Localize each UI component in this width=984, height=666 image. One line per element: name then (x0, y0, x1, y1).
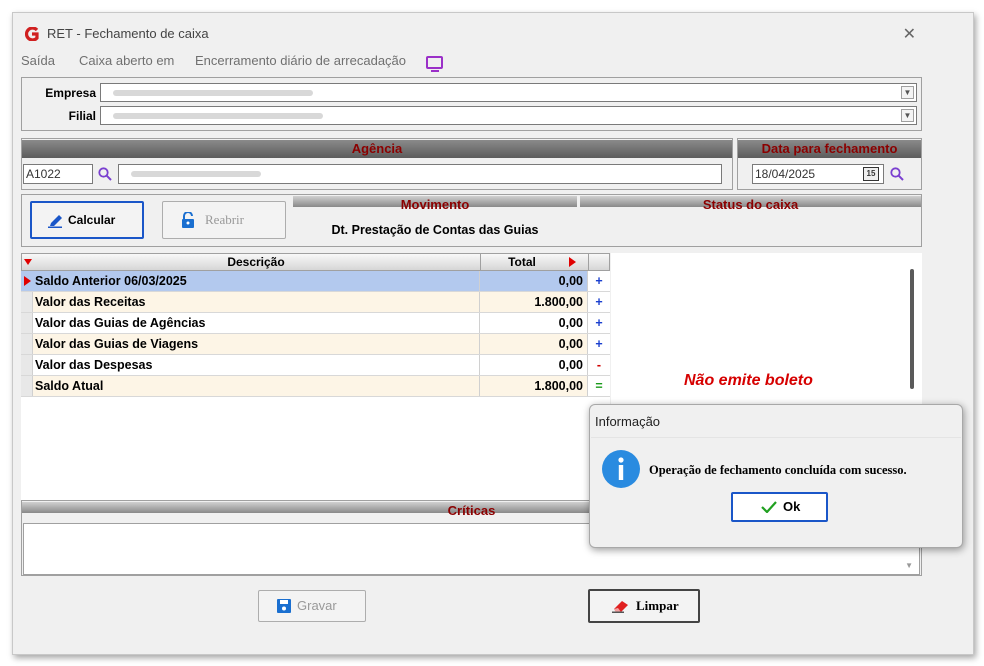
check-icon (761, 501, 777, 513)
filial-select[interactable]: ▼ (100, 106, 917, 125)
title-bar: RET - Fechamento de caixa ✕ (13, 13, 973, 47)
agencia-name-input[interactable] (118, 164, 722, 184)
row-sign: + (587, 313, 610, 333)
sort-down-icon[interactable] (24, 259, 32, 265)
unlock-icon (182, 212, 194, 228)
gravar-label: Gravar (297, 598, 337, 613)
dialog-message: Operação de fechamento concluída com suc… (649, 463, 907, 477)
app-logo-icon (25, 27, 39, 41)
row-indicator (21, 292, 33, 312)
arrow-right-icon[interactable] (569, 257, 576, 267)
row-total: 1.800,00 (479, 376, 587, 396)
row-indicator (21, 271, 33, 291)
table-row[interactable]: Valor das Guias de Viagens 0,00 + (21, 334, 610, 355)
movimento-value: Dt. Prestação de Contas das Guias (331, 223, 539, 237)
row-total: 0,00 (479, 271, 587, 291)
monitor-icon[interactable] (426, 56, 443, 72)
table-row[interactable]: Valor das Guias de Agências 0,00 + (21, 313, 610, 334)
empresa-value-redacted (113, 90, 313, 96)
row-total: 1.800,00 (479, 292, 587, 312)
row-indicator (21, 376, 33, 396)
row-description: Saldo Atual (35, 379, 104, 393)
date-input[interactable]: 18/04/2025 15 (752, 164, 884, 184)
summary-grid: Descrição Total Saldo Anterior 06/03/202… (21, 253, 610, 509)
agencia-code-input[interactable]: A1022 (23, 164, 93, 184)
empresa-filial-panel: Empresa ▼ Filial ▼ (21, 77, 922, 131)
col-divider (480, 253, 481, 271)
ok-button[interactable]: Ok (731, 492, 828, 522)
agencia-header: Agência (22, 140, 732, 158)
table-row[interactable]: Valor das Receitas 1.800,00 + (21, 292, 610, 313)
grid-header: Descrição Total (21, 253, 610, 271)
empresa-select[interactable]: ▼ (100, 83, 917, 102)
row-description: Valor das Guias de Agências (35, 316, 206, 330)
dialog-title: Informação (595, 414, 661, 429)
gravar-button[interactable]: Gravar (258, 590, 366, 622)
current-row-icon (24, 276, 31, 286)
row-sign: = (587, 376, 610, 396)
chevron-down-icon[interactable]: ▼ (905, 561, 913, 570)
data-fechamento-header: Data para fechamento (738, 140, 921, 158)
data-fechamento-panel: Data para fechamento 18/04/2025 15 (737, 138, 922, 190)
menu-caixa-aberto[interactable]: Caixa aberto em (79, 53, 174, 68)
row-indicator (21, 334, 33, 354)
col-descricao[interactable]: Descrição (36, 255, 476, 269)
main-window: RET - Fechamento de caixa ✕ Saída Caixa … (12, 12, 974, 655)
search-icon[interactable] (890, 167, 904, 181)
pencil-icon (48, 215, 62, 228)
limpar-label: Limpar (636, 598, 679, 613)
col-divider (588, 253, 589, 271)
reabrir-button[interactable]: Reabrir (162, 201, 286, 239)
info-dialog: Informação Operação de fechamento conclu… (589, 404, 963, 548)
filial-value-redacted (113, 113, 323, 119)
empresa-label: Empresa (45, 86, 96, 100)
filial-label: Filial (68, 109, 96, 123)
row-total: 0,00 (479, 334, 587, 354)
save-icon (277, 599, 291, 613)
date-value: 18/04/2025 (755, 167, 816, 181)
chevron-down-icon[interactable]: ▼ (901, 109, 914, 122)
annotation-label: Não emite boleto (684, 372, 813, 389)
row-indicator (21, 313, 33, 333)
info-icon (602, 450, 640, 488)
status-caixa-header: Status do caixa (580, 196, 921, 214)
row-description: Valor das Receitas (35, 295, 146, 309)
dialog-divider (591, 437, 961, 438)
action-panel: Calcular Reabrir Movimento Dt. Prestação… (21, 194, 922, 247)
reabrir-label: Reabrir (205, 212, 244, 227)
table-row[interactable]: Valor das Despesas 0,00 - (21, 355, 610, 376)
eraser-icon (612, 601, 628, 613)
row-total: 0,00 (479, 313, 587, 333)
row-sign: + (587, 271, 610, 291)
agencia-panel: Agência A1022 (21, 138, 733, 190)
ok-label: Ok (783, 499, 801, 514)
table-row[interactable]: Saldo Atual 1.800,00 = (21, 376, 610, 397)
limpar-button[interactable]: Limpar (588, 589, 700, 623)
row-description: Saldo Anterior 06/03/2025 (35, 274, 187, 288)
chevron-down-icon[interactable]: ▼ (901, 86, 914, 99)
row-description: Valor das Despesas (35, 358, 153, 372)
movimento-header: Movimento (293, 196, 577, 214)
calcular-button[interactable]: Calcular (30, 201, 144, 239)
agencia-name-redacted (131, 171, 261, 177)
calcular-label: Calcular (68, 213, 116, 227)
window-title: RET - Fechamento de caixa (47, 26, 209, 41)
search-icon[interactable] (98, 167, 112, 181)
row-indicator (21, 355, 33, 375)
close-icon[interactable]: ✕ (903, 24, 916, 44)
table-row[interactable]: Saldo Anterior 06/03/2025 0,00 + (21, 271, 610, 292)
row-total: 0,00 (479, 355, 587, 375)
row-sign: + (587, 292, 610, 312)
status-scrollbar[interactable] (910, 269, 914, 389)
menu-encerramento[interactable]: Encerramento diário de arrecadação (195, 53, 406, 68)
calendar-icon[interactable]: 15 (863, 167, 879, 181)
col-total[interactable]: Total (482, 255, 562, 269)
row-sign: + (587, 334, 610, 354)
menu-saida[interactable]: Saída (21, 53, 55, 68)
row-description: Valor das Guias de Viagens (35, 337, 199, 351)
row-sign: - (587, 355, 610, 375)
